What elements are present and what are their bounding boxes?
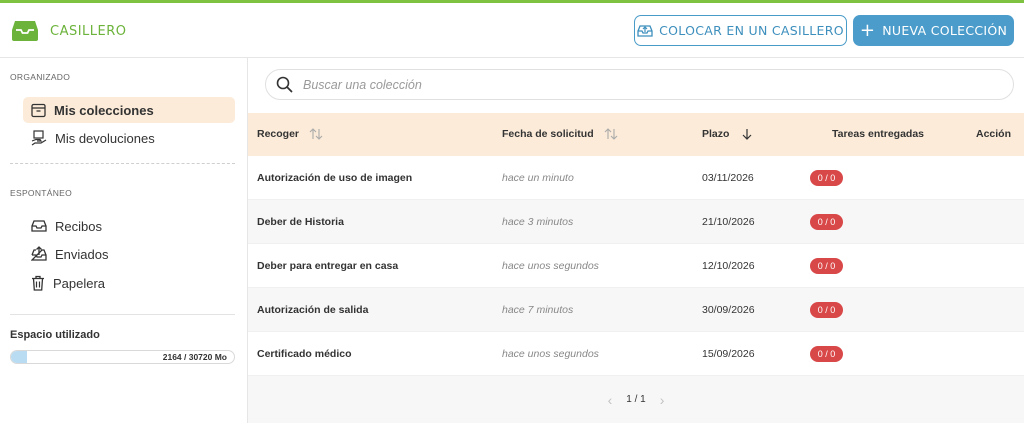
request-date: hace un minuto: [502, 172, 574, 184]
inbox-upload-icon: [637, 24, 653, 37]
organized-section-title: ORGANIZADO: [10, 72, 71, 82]
deadline-date: 30/09/2026: [702, 304, 755, 316]
sidebar-divider: [10, 163, 235, 164]
sidebar: ORGANIZADO Mis colecciones Mis devolucio…: [0, 58, 248, 423]
deadline-date: 15/09/2026: [702, 348, 755, 360]
table-row[interactable]: Deber para entregar en casa hace unos se…: [248, 244, 1024, 288]
column-header-label: Tareas entregadas: [832, 128, 925, 140]
search-icon: [276, 76, 293, 93]
inbox-logo-icon: [12, 21, 38, 41]
storage-usage-text: 2164 / 30720 Mo: [162, 352, 227, 362]
collection-name[interactable]: Autorización de salida: [257, 304, 368, 316]
sidebar-item-label: Mis devoluciones: [55, 130, 155, 146]
sidebar-item-trash[interactable]: Papelera: [23, 270, 235, 296]
deadline-date: 21/10/2026: [702, 216, 755, 228]
next-page-icon[interactable]: ›: [660, 392, 665, 408]
hand-return-icon: [31, 130, 47, 146]
header: CASILLERO COLOCAR EN UN CASILLERO + NUEV…: [0, 3, 1024, 58]
deadline-date: 03/11/2026: [702, 172, 754, 184]
inbox-sent-icon: [31, 246, 47, 261]
tasks-badge: 0 / 0: [810, 258, 843, 274]
table-row[interactable]: Deber de Historia hace 3 minutos 21/10/2…: [248, 200, 1024, 244]
brand-name: CASILLERO: [50, 23, 127, 39]
collection-name[interactable]: Deber de Historia: [257, 216, 344, 228]
tasks-badge: 0 / 0: [810, 346, 843, 362]
request-date: hace 3 minutos: [502, 216, 574, 228]
archive-box-icon: [31, 103, 46, 117]
column-header-collect[interactable]: Recoger: [257, 128, 323, 140]
storage-progress-fill: [11, 351, 27, 363]
request-date: hace 7 minutos: [502, 304, 574, 316]
table-header: Recoger Fecha de solicitud Plazo Tareas …: [248, 113, 1024, 156]
column-header-label: Fecha de solicitud: [502, 128, 594, 140]
sidebar-item-my-returns[interactable]: Mis devoluciones: [23, 125, 235, 151]
place-in-locker-button[interactable]: COLOCAR EN UN CASILLERO: [634, 15, 847, 46]
table-row[interactable]: Autorización de salida hace 7 minutos 30…: [248, 288, 1024, 332]
search-input[interactable]: [303, 77, 943, 92]
place-in-locker-label: COLOCAR EN UN CASILLERO: [659, 23, 844, 38]
column-header-action: Acción: [976, 128, 1011, 140]
request-date: hace unos segundos: [502, 260, 599, 272]
page-indicator: 1 / 1: [626, 394, 646, 405]
collection-name[interactable]: Certificado médico: [257, 348, 352, 360]
table-row[interactable]: Certificado médico hace unos segundos 15…: [248, 332, 1024, 376]
storage-progress-bar: 2164 / 30720 Mo: [10, 350, 235, 364]
column-header-label: Acción: [976, 128, 1012, 140]
sidebar-item-label: Mis colecciones: [54, 102, 154, 118]
sidebar-item-received[interactable]: Recibos: [23, 213, 235, 239]
main-content: Recoger Fecha de solicitud Plazo Tareas …: [248, 58, 1024, 423]
column-header-label: Recoger: [257, 128, 300, 140]
tasks-badge: 0 / 0: [810, 302, 843, 318]
search-bar[interactable]: [265, 69, 1014, 100]
deadline-date: 12/10/2026: [702, 260, 755, 272]
spontaneous-section-title: ESPONTÁNEO: [10, 188, 73, 198]
sidebar-divider: [10, 314, 235, 315]
collection-name[interactable]: Autorización de uso de imagen: [257, 172, 412, 184]
new-collection-label: NUEVA COLECCIÓN: [882, 23, 1008, 38]
logo[interactable]: CASILLERO: [12, 21, 127, 41]
column-header-tasks: Tareas entregadas: [832, 128, 924, 140]
column-header-label: Plazo: [702, 128, 730, 140]
sidebar-item-label: Papelera: [53, 275, 106, 291]
tasks-badge: 0 / 0: [810, 214, 843, 230]
sidebar-item-label: Recibos: [55, 218, 102, 234]
table-row[interactable]: Autorización de uso de imagen hace un mi…: [248, 156, 1024, 200]
inbox-icon: [31, 220, 47, 232]
column-header-request-date[interactable]: Fecha de solicitud: [502, 128, 618, 140]
column-header-deadline[interactable]: Plazo: [702, 128, 753, 140]
plus-icon: +: [859, 19, 876, 41]
request-date: hace unos segundos: [502, 348, 599, 360]
sidebar-item-sent[interactable]: Enviados: [23, 241, 235, 267]
sidebar-item-my-collections[interactable]: Mis colecciones: [23, 97, 235, 123]
storage-label: Espacio utilizado: [10, 329, 100, 341]
new-collection-button[interactable]: + NUEVA COLECCIÓN: [853, 15, 1014, 46]
sort-icon: [604, 128, 617, 140]
sort-down-icon: [743, 129, 752, 140]
sidebar-item-label: Enviados: [55, 246, 109, 262]
collection-name[interactable]: Deber para entregar en casa: [257, 260, 398, 272]
pagination: ‹ 1 / 1 ›: [248, 376, 1024, 423]
sort-icon: [309, 128, 323, 140]
tasks-badge: 0 / 0: [810, 170, 843, 186]
previous-page-icon[interactable]: ‹: [608, 392, 613, 408]
trash-icon: [32, 275, 44, 291]
